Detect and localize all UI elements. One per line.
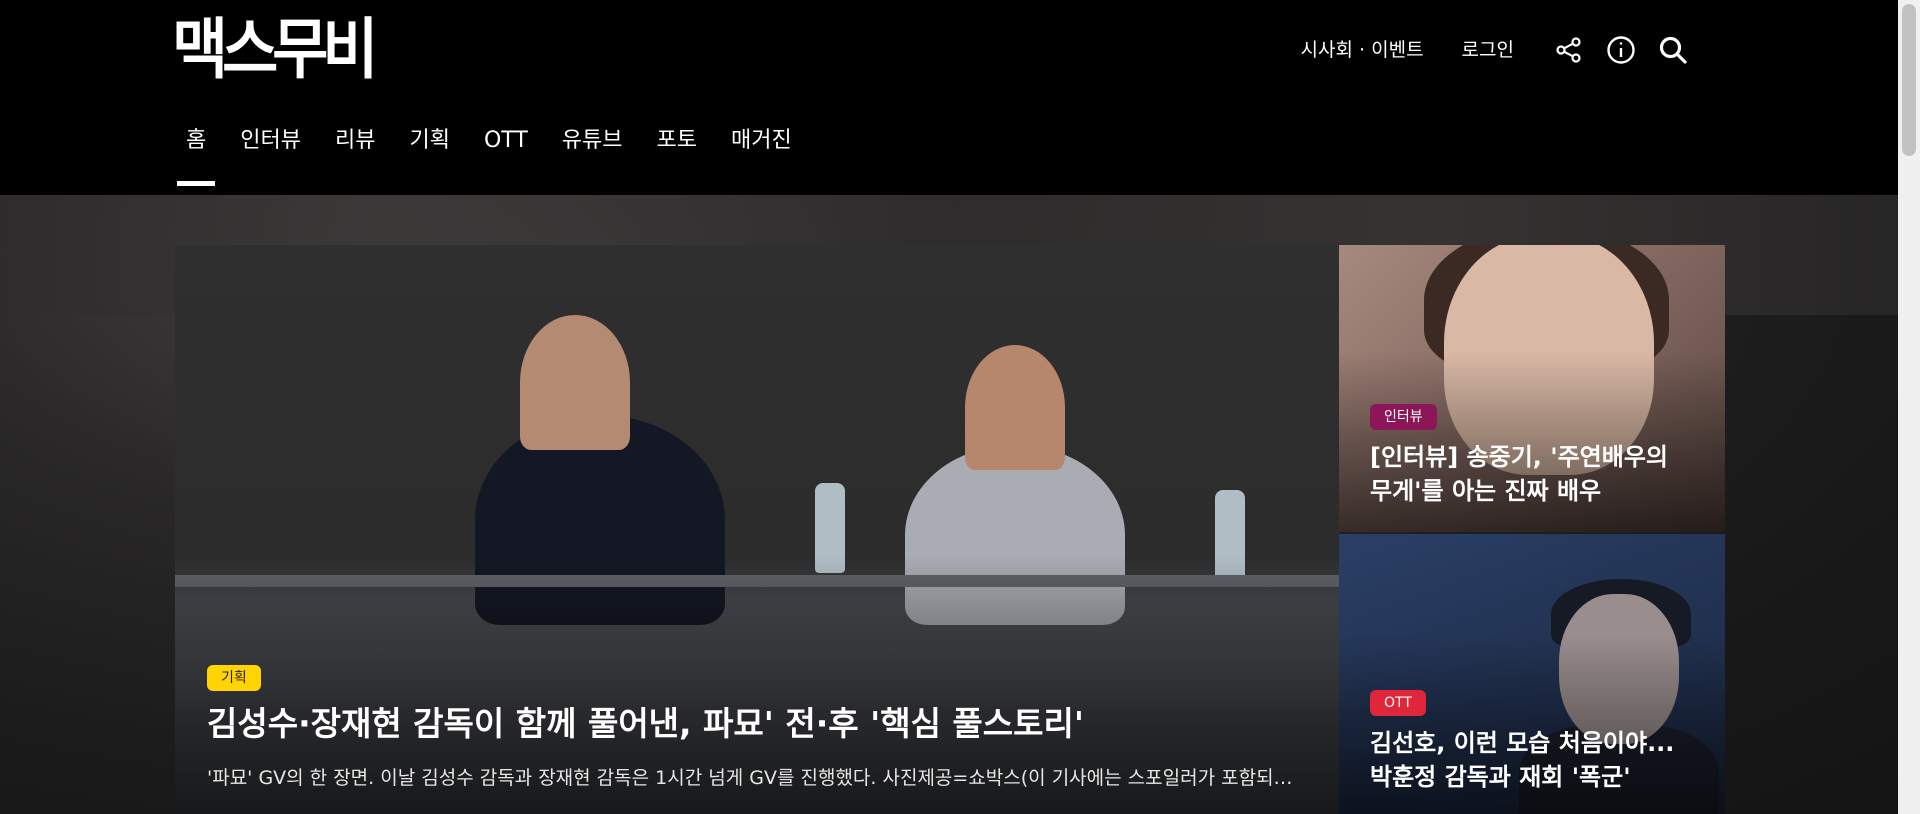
nav-item-ott[interactable]: OTT	[484, 118, 528, 194]
title-line: 무게'를 아는 진짜 배우	[1370, 477, 1602, 505]
nav-item-magazine[interactable]: 매거진	[731, 118, 792, 194]
title-line: 김선호, 이런 모습 처음이야...	[1370, 729, 1675, 757]
share-icon[interactable]	[1554, 35, 1584, 65]
main-nav: 홈 인터뷰 리뷰 기획 OTT 유튜브 포토 매거진	[176, 118, 826, 194]
scroll-thumb[interactable]	[1902, 4, 1916, 156]
nav-item-interview[interactable]: 인터뷰	[240, 118, 301, 194]
side-article-title[interactable]: [인터뷰] 송중기, '주연배우의 무게'를 아는 진짜 배우	[1370, 440, 1710, 508]
title-line: [인터뷰] 송중기, '주연배우의	[1370, 443, 1668, 471]
featured-subtitle: '파묘' GV의 한 장면. 이날 김성수 감독과 장재현 감독은 1시간 넘게…	[207, 767, 1299, 789]
featured-title[interactable]: 김성수·장재현 감독이 함께 풀어낸, 파묘' 전·후 '핵심 풀스토리'	[207, 701, 1307, 747]
nav-item-youtube[interactable]: 유튜브	[562, 118, 623, 194]
nav-item-feature[interactable]: 기획	[409, 118, 449, 194]
photo-person-head	[965, 345, 1065, 470]
featured-article[interactable]: 기획 김성수·장재현 감독이 함께 풀어낸, 파묘' 전·후 '핵심 풀스토리'…	[175, 245, 1339, 814]
nav-item-review[interactable]: 리뷰	[335, 118, 375, 194]
info-icon[interactable]	[1606, 35, 1636, 65]
category-badge: 기획	[207, 665, 261, 691]
events-link[interactable]: 시사회 · 이벤트	[1301, 28, 1424, 72]
title-line: 박훈정 감독과 재회 '폭군'	[1370, 763, 1631, 791]
site-logo[interactable]: 맥스무비	[172, 15, 378, 85]
search-icon[interactable]	[1658, 35, 1688, 65]
side-article-title[interactable]: 김선호, 이런 모습 처음이야... 박훈정 감독과 재회 '폭군'	[1370, 726, 1710, 794]
category-badge: 인터뷰	[1370, 404, 1437, 430]
side-article-ott[interactable]: OTT 김선호, 이런 모습 처음이야... 박훈정 감독과 재회 '폭군'	[1339, 534, 1725, 814]
category-badge: OTT	[1370, 690, 1426, 716]
side-article-interview[interactable]: 인터뷰 [인터뷰] 송중기, '주연배우의 무게'를 아는 진짜 배우	[1339, 245, 1725, 532]
page-scrollbar[interactable]	[1898, 0, 1920, 814]
nav-item-photo[interactable]: 포토	[657, 118, 697, 194]
header-utility: 시사회 · 이벤트 로그인	[1301, 28, 1688, 72]
photo-person-head	[520, 315, 630, 450]
login-link[interactable]: 로그인	[1462, 28, 1514, 72]
nav-item-home[interactable]: 홈	[176, 118, 216, 194]
site-header: 맥스무비 시사회 · 이벤트 로그인 홈 인터뷰 리뷰 기획 OTT 유튜브 포…	[0, 0, 1898, 195]
